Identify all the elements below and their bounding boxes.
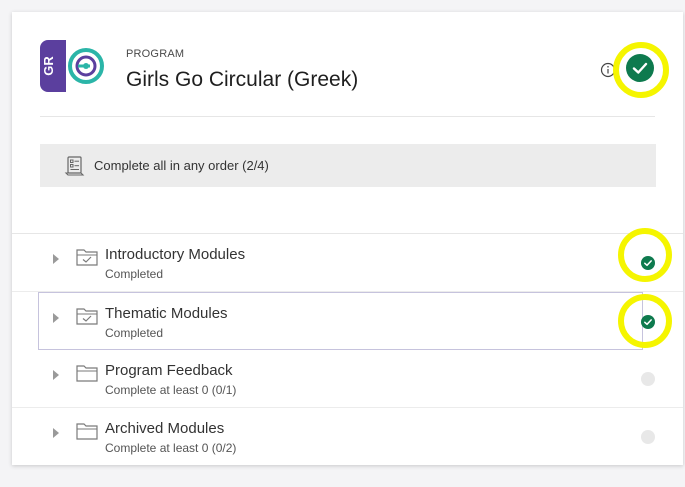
module-title: Introductory Modules	[105, 246, 246, 263]
caret-right-icon[interactable]	[52, 254, 60, 264]
module-status: Complete at least 0 (0/2)	[105, 441, 237, 455]
module-status: Complete at least 0 (0/1)	[105, 383, 237, 397]
divider	[40, 116, 655, 117]
module-row-thematic[interactable]: Thematic Modules Completed	[38, 292, 655, 350]
folder-icon	[76, 423, 98, 440]
caret-right-icon[interactable]	[52, 370, 60, 380]
check-circle-icon	[626, 54, 654, 82]
document-list-icon	[64, 155, 85, 176]
program-title: Girls Go Circular (Greek)	[126, 68, 359, 91]
module-list: Introductory Modules Completed Thematic …	[12, 233, 683, 466]
module-row-feedback[interactable]: Program Feedback Complete at least 0 (0/…	[12, 350, 683, 408]
folder-icon	[76, 365, 98, 382]
completion-rule: Complete all in any order (2/4)	[40, 144, 656, 187]
program-kicker: PROGRAM	[126, 48, 185, 60]
info-icon[interactable]	[600, 62, 616, 78]
folder-check-icon	[76, 249, 98, 266]
module-row-introductory[interactable]: Introductory Modules Completed	[12, 234, 683, 292]
folder-check-icon	[76, 308, 98, 325]
module-status: Completed	[105, 267, 164, 281]
caret-right-icon[interactable]	[52, 428, 60, 438]
status-dot-incomplete	[641, 430, 655, 444]
completion-label: Complete all in any order (2/4)	[94, 158, 269, 173]
check-circle-icon	[641, 256, 655, 270]
module-title: Archived Modules	[105, 420, 225, 437]
module-row-archived[interactable]: Archived Modules Complete at least 0 (0/…	[12, 408, 683, 466]
status-dot-incomplete	[641, 372, 655, 386]
caret-right-icon[interactable]	[52, 313, 60, 323]
check-circle-icon	[641, 315, 655, 329]
module-title: Program Feedback	[105, 362, 233, 379]
module-title: Thematic Modules	[105, 305, 228, 322]
program-card: GR PROGRAM Girls Go Circular (Greek) Com…	[12, 12, 683, 465]
logo-text: GR	[41, 56, 56, 76]
program-logo: GR	[40, 40, 104, 92]
module-status: Completed	[105, 326, 164, 340]
